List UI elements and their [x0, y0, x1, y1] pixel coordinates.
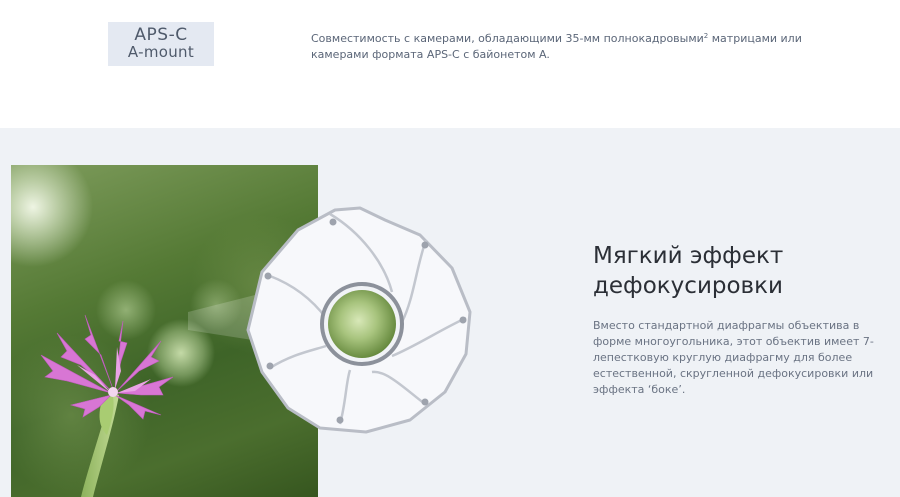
feature-title-line2: дефокусировки — [593, 273, 783, 299]
feature-title-line1: Мягкий эффект — [593, 243, 784, 269]
aperture-icon — [246, 206, 472, 434]
aperture-opening — [328, 290, 396, 358]
feature-title: Мягкий эффект дефокусировки — [593, 241, 873, 301]
feature-description: Вместо стандартной диафрагмы объектива в… — [593, 319, 874, 396]
